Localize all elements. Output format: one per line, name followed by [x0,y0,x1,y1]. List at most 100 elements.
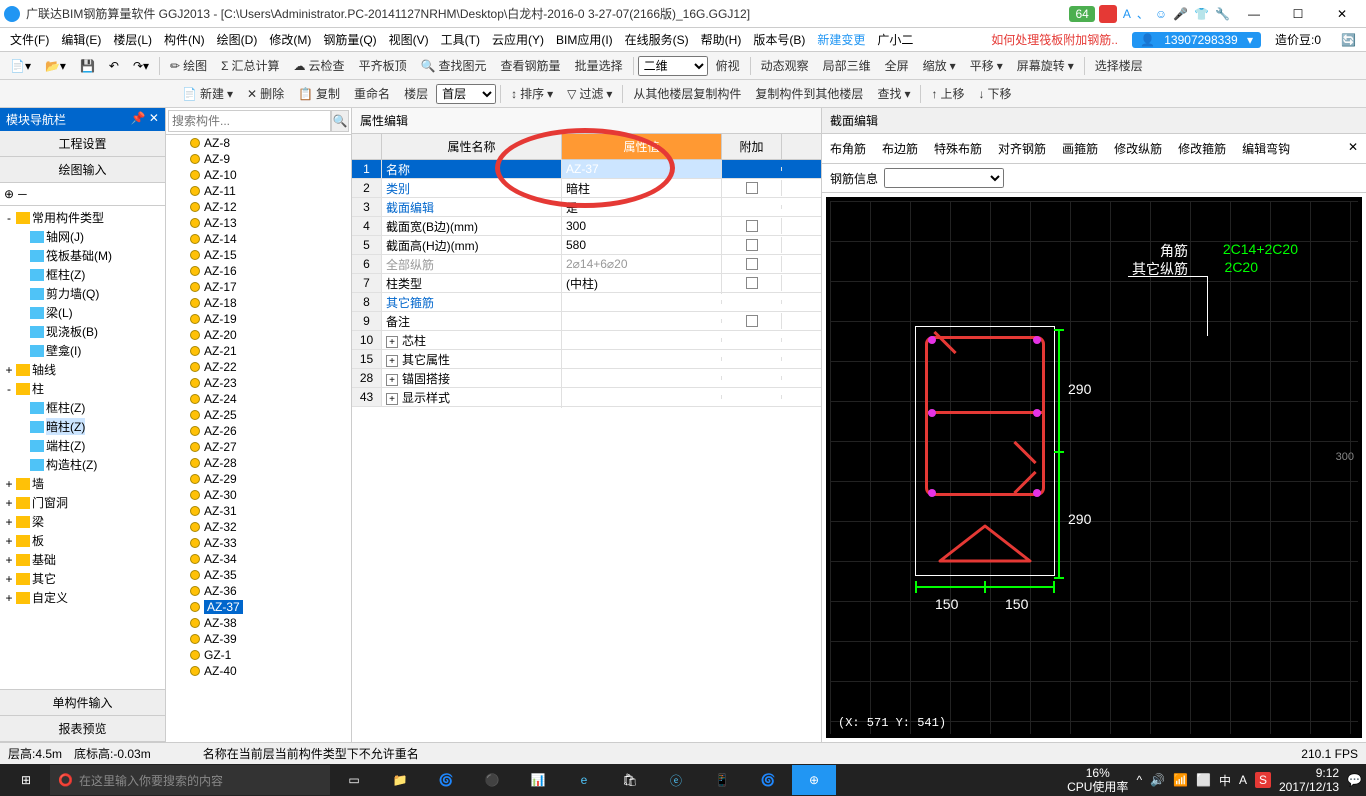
pin-icon[interactable]: 📌 ✕ [131,111,159,128]
tree-item[interactable]: +轴线 [2,360,163,379]
component-item[interactable]: AZ-8 [166,135,351,151]
tree-item[interactable]: 端柱(Z) [2,436,163,455]
tray-network-icon[interactable]: 📶 [1173,773,1188,787]
tree-item[interactable]: +板 [2,531,163,550]
menu-version[interactable]: 版本号(B) [747,31,811,48]
titlebar-icon[interactable]: 🔧 [1215,7,1230,21]
save-icon[interactable]: 💾 [74,57,101,75]
search-input[interactable] [168,110,331,132]
component-item[interactable]: AZ-21 [166,343,351,359]
task-view-icon[interactable]: ▭ [332,765,376,795]
component-item[interactable]: AZ-36 [166,583,351,599]
component-item[interactable]: AZ-13 [166,215,351,231]
open-icon[interactable]: 📂▾ [39,57,72,75]
component-item[interactable]: AZ-9 [166,151,351,167]
tab-modify-long[interactable]: 修改纵筋 [1110,138,1166,159]
taskbar-app[interactable]: 📱 [700,765,744,795]
minimize-button[interactable]: — [1234,1,1274,27]
component-item[interactable]: AZ-32 [166,519,351,535]
taskbar-search[interactable]: ⭕ 在这里输入你要搜索的内容 [50,765,330,795]
zoom-button[interactable]: 缩放 ▾ [917,55,962,76]
find-button[interactable]: 查找 ▾ [871,83,916,104]
component-item[interactable]: AZ-20 [166,327,351,343]
sum-button[interactable]: Σ 汇总计算 [215,55,285,76]
redo-icon[interactable]: ↷▾ [127,57,155,75]
tray-speaker-icon[interactable]: 🔊 [1150,773,1165,787]
floor-select[interactable]: 首层 [436,84,496,104]
tree-item[interactable]: +其它 [2,569,163,588]
property-row[interactable]: 8其它箍筋 [352,293,821,312]
component-item[interactable]: AZ-30 [166,487,351,503]
copy-button[interactable]: 📋 复制 [292,83,346,104]
property-row[interactable]: 43+显示样式 [352,388,821,407]
component-item[interactable]: AZ-14 [166,231,351,247]
taskbar-app[interactable]: 🌀 [746,765,790,795]
tree-item[interactable]: +梁 [2,512,163,531]
tray-a-icon[interactable]: A [1239,773,1247,787]
menu-cloud[interactable]: 云应用(Y) [486,31,550,48]
local3d-button[interactable]: 局部三维 [817,55,877,76]
tray-lang-icon[interactable]: 中 [1219,772,1231,789]
component-item[interactable]: AZ-15 [166,247,351,263]
tree-item[interactable]: 现浇板(B) [2,322,163,341]
tree-item[interactable]: +基础 [2,550,163,569]
nav-tool-icon[interactable]: ⊕ [4,187,14,201]
menu-bim[interactable]: BIM应用(I) [550,31,619,48]
taskbar-app[interactable]: 📁 [378,765,422,795]
menu-tools[interactable]: 工具(T) [435,31,486,48]
component-item[interactable]: AZ-23 [166,375,351,391]
property-row[interactable]: 3截面编辑是 [352,198,821,217]
component-item[interactable]: AZ-33 [166,535,351,551]
undo-icon[interactable]: ↶ [103,57,125,75]
menu-newchange[interactable]: 新建变更 [811,31,871,48]
level-button[interactable]: 平齐板顶 [353,55,413,76]
movedown-button[interactable]: ↓ 下移 [973,83,1018,104]
component-item[interactable]: AZ-24 [166,391,351,407]
sort-button[interactable]: ↕ 排序 ▾ [505,83,559,104]
view-mode-select[interactable]: 二维 [638,56,708,76]
property-row[interactable]: 15+其它属性 [352,350,821,369]
menu-modify[interactable]: 修改(M) [263,31,317,48]
view-rebar-button[interactable]: 查看钢筋量 [495,55,567,76]
property-row[interactable]: 1名称AZ-37 [352,160,821,179]
titlebar-icon[interactable]: 🎤 [1173,7,1188,21]
tree-item[interactable]: 轴网(J) [2,227,163,246]
tree-item[interactable]: +自定义 [2,588,163,607]
cloud-check-button[interactable]: ☁ 云检查 [288,55,351,76]
tree-item[interactable]: 暗柱(Z) [2,417,163,436]
property-row[interactable]: 5截面高(H边)(mm)580 [352,236,821,255]
taskbar-ie[interactable]: ⓔ [654,765,698,795]
taskbar-edge[interactable]: e [562,765,606,795]
taskbar-app[interactable]: 🌀 [424,765,468,795]
titlebar-icon[interactable]: A [1123,7,1131,21]
tab-modify-stirrup[interactable]: 修改箍筋 [1174,138,1230,159]
nav-single-input[interactable]: 单构件输入 [0,690,165,716]
titlebar-icon[interactable]: 、 [1137,5,1149,22]
menu-edit[interactable]: 编辑(E) [55,31,107,48]
property-row[interactable]: 2类别暗柱 [352,179,821,198]
tree-item[interactable]: +墙 [2,474,163,493]
component-item[interactable]: AZ-28 [166,455,351,471]
draw-button[interactable]: ✏ 绘图 [164,55,213,76]
tree-item[interactable]: +门窗洞 [2,493,163,512]
tab-special[interactable]: 特殊布筋 [930,138,986,159]
delete-button[interactable]: ✕ 删除 [241,83,290,104]
search-button[interactable]: 🔍 [331,110,349,132]
tree-item[interactable]: 构造柱(Z) [2,455,163,474]
menu-rebar[interactable]: 钢筋量(Q) [317,31,382,48]
tree-item[interactable]: 梁(L) [2,303,163,322]
taskbar-app[interactable]: ⚫ [470,765,514,795]
tab-edge[interactable]: 布边筋 [878,138,922,159]
taskbar-app[interactable]: ⊕ [792,765,836,795]
taskbar-store[interactable]: 🛍 [608,765,652,795]
rename-button[interactable]: 重命名 [348,83,396,104]
menu-component[interactable]: 构件(N) [158,31,211,48]
component-item[interactable]: AZ-19 [166,311,351,327]
property-row[interactable]: 6全部纵筋2⌀14+6⌀20 [352,255,821,274]
tree-item[interactable]: 筏板基础(M) [2,246,163,265]
component-item[interactable]: AZ-16 [166,263,351,279]
notification-icon[interactable]: 💬 [1347,773,1362,787]
menu-file[interactable]: 文件(F) [4,31,55,48]
component-item[interactable]: AZ-37 [166,599,351,615]
component-item[interactable]: AZ-40 [166,663,351,679]
